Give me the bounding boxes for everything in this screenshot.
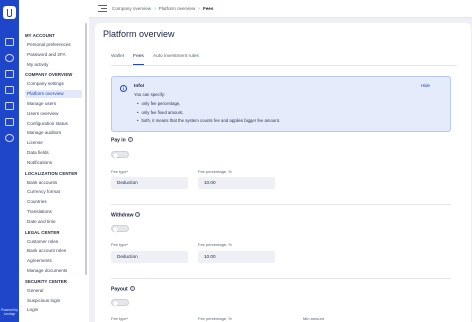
sidebar-item[interactable]: Bank account roles: [25, 247, 82, 255]
sidebar-item[interactable]: Notifications: [25, 159, 82, 167]
sidebar-item[interactable]: Agreements: [25, 257, 82, 265]
sidebar-item[interactable]: Translations: [25, 208, 82, 216]
breadcrumb-chevron-icon: ›: [154, 5, 156, 12]
help-icon[interactable]: ?: [127, 137, 133, 142]
documents-icon[interactable]: [5, 70, 14, 78]
breadcrumb-fees: Fees: [202, 6, 214, 11]
tab-auto-investment-rules[interactable]: Auto investment rules: [153, 54, 199, 63]
fee-percentage-label: Fee percentage, %: [198, 242, 232, 247]
hide-info-link[interactable]: Hide: [421, 83, 430, 88]
sidebar-item[interactable]: Data fields: [25, 149, 82, 157]
sidebar-scrollbar[interactable]: [85, 23, 87, 275]
tab-fees[interactable]: Fees: [133, 54, 144, 65]
app-logo-icon[interactable]: [3, 6, 16, 19]
section-divider: [111, 204, 451, 205]
menu-collapse-icon[interactable]: [98, 5, 107, 12]
sidebar-item[interactable]: Company settings: [25, 80, 82, 88]
sidebar-item[interactable]: Customer roles: [25, 238, 82, 246]
section-title-text: Withdraw: [111, 212, 134, 219]
withdraw-fee-percentage-input[interactable]: 10.00: [198, 251, 275, 263]
sidebar-item[interactable]: Bank accounts: [25, 179, 82, 187]
pay-in-fee-percentage-input[interactable]: 10.00: [198, 177, 275, 189]
sidebar-item[interactable]: My activity: [25, 61, 82, 69]
sidebar-item[interactable]: Password and 2FA: [25, 51, 82, 59]
sidebar-item[interactable]: Personal preferences: [25, 41, 82, 49]
dashboard-icon[interactable]: [5, 38, 14, 46]
min-amount-label: Min amount: [303, 316, 324, 321]
sidebar-section-title: MY ACCOUNT: [25, 33, 55, 38]
section-pay-in-title: Pay in?: [111, 137, 133, 144]
section-title-text: Pay in: [111, 137, 126, 144]
info-list: only fee percentage, only fee fixed amou…: [137, 101, 281, 127]
fee-percentage-label: Fee percentage, %: [198, 169, 232, 174]
powered-by-label: Powered by Lendsqr: [1, 308, 18, 316]
pay-in-fee-type-select[interactable]: Deduction: [111, 177, 188, 189]
info-title: Info!: [134, 84, 145, 89]
tab-wallet[interactable]: Wallet: [111, 54, 124, 63]
breadcrumb-company-overview[interactable]: Company overview: [112, 6, 151, 11]
breadcrumb-platform-overview[interactable]: Platform overview: [159, 6, 196, 11]
tabs: Wallet Fees Auto investment rules: [111, 54, 208, 65]
fee-percentage-label: Fee percentage, %: [198, 316, 232, 321]
sidebar-item[interactable]: Manage documents: [25, 267, 82, 275]
info-list-item: both, it means that the system counts fe…: [137, 118, 281, 127]
fee-type-label: Fee type*: [111, 169, 129, 174]
info-list-item: only fee fixed amount,: [137, 110, 280, 119]
withdraw-toggle[interactable]: [111, 225, 129, 232]
breadcrumb-chevron-icon: ›: [198, 5, 200, 12]
page-title: Platform overview: [103, 29, 175, 39]
sidebar-section-title: COMPANY OVERVIEW: [25, 72, 73, 78]
sidebar-item[interactable]: License: [25, 139, 82, 147]
main-panel: Platform overview Wallet Fees Auto inves…: [95, 23, 471, 322]
section-title-text: Payout: [111, 286, 128, 293]
info-list-item: only fee percentage,: [137, 101, 280, 110]
info-box: i Info! You can specify: only fee percen…: [111, 76, 451, 132]
sidebar-item[interactable]: Platform overview: [25, 90, 82, 99]
sidebar-item[interactable]: Configuration status: [25, 120, 82, 128]
sidebar-item[interactable]: Users overview: [25, 110, 82, 118]
app-rail: Powered by Lendsqr: [0, 0, 19, 322]
tabs-divider: [111, 65, 457, 66]
settings-icon[interactable]: [5, 118, 14, 126]
section-withdraw-title: Withdraw?: [111, 212, 141, 219]
sidebar-item[interactable]: Manage auditors: [25, 129, 82, 137]
sidebar-section-title: SECURITY CENTER: [25, 278, 68, 284]
section-divider: [111, 278, 451, 279]
sidebar-item[interactable]: Manage users: [25, 100, 82, 108]
sidebar-item[interactable]: Login: [25, 306, 82, 314]
sidebar-item[interactable]: Suspicious login: [25, 297, 82, 305]
withdraw-fee-type-select[interactable]: Deduction: [111, 251, 188, 263]
settings-sidebar: MY ACCOUNT Personal preferences Password a…: [19, 0, 89, 322]
fee-type-label: Fee type*: [111, 242, 129, 247]
section-payout-title: Payout?: [111, 286, 135, 293]
pay-in-toggle[interactable]: [111, 151, 129, 158]
help-icon[interactable]: ?: [129, 286, 135, 291]
payout-toggle[interactable]: [111, 299, 129, 306]
help-icon[interactable]: ?: [135, 212, 141, 217]
sidebar-item[interactable]: Countries: [25, 198, 82, 206]
transfer-icon[interactable]: [5, 134, 14, 142]
fee-type-label: Fee type*: [111, 316, 129, 321]
sidebar-item[interactable]: Date and time: [25, 218, 82, 226]
sidebar-item[interactable]: Currency format: [25, 188, 82, 196]
loans-icon[interactable]: [5, 86, 14, 94]
sidebar-item[interactable]: General: [25, 287, 82, 295]
bank-icon[interactable]: [5, 102, 14, 110]
info-icon: i: [120, 85, 127, 92]
top-bar: Company overview › Platform overview › F…: [89, 0, 472, 18]
info-subtitle: You can specify:: [134, 92, 166, 97]
users-icon[interactable]: [5, 54, 14, 62]
sidebar-section-title: LEGAL CENTER: [25, 229, 60, 235]
sidebar-section-title: LOCALIZATION CENTER: [25, 170, 78, 176]
